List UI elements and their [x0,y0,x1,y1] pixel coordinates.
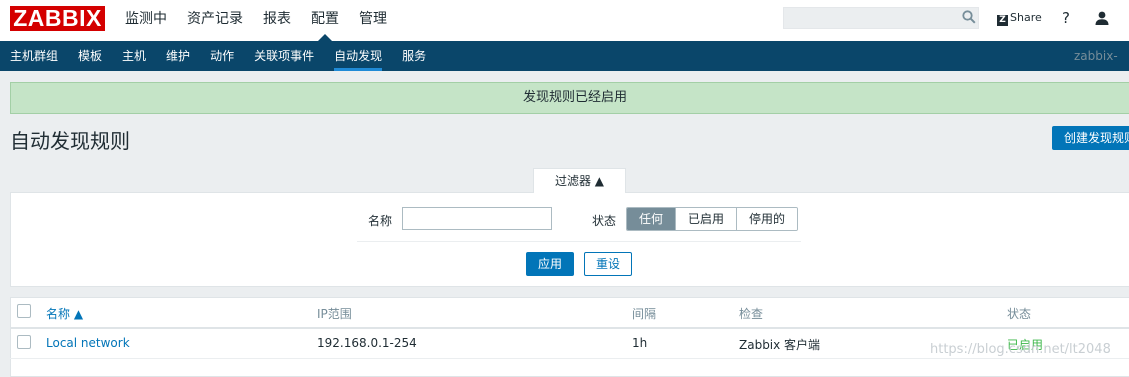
watermark-text: https://blog.csdn.net/lt2048 [930,342,1111,357]
rule-checks: Zabbix 客户端 [739,338,821,352]
column-status-header: 状态 [1007,307,1032,321]
discovery-rules-table [10,297,1129,377]
main-menu: 监测中 资产记录 报表 配置 管理 [115,0,397,41]
filter-name-label: 名称 [368,214,393,228]
subnav-services[interactable]: 服务 [392,41,436,71]
menu-inventory[interactable]: 资产记录 [177,0,253,41]
select-all-checkbox[interactable] [17,304,31,318]
row-checkbox[interactable] [17,335,31,349]
table-row-divider [10,358,1129,359]
menu-administration[interactable]: 管理 [349,0,397,41]
status-option-any[interactable]: 任何 [627,208,676,230]
menu-configuration[interactable]: 配置 [301,0,349,41]
menu-monitoring[interactable]: 监测中 [115,0,177,41]
success-message: 发现规则已经启用 [10,82,1129,114]
user-profile-icon[interactable] [1094,10,1110,26]
page-title: 自动发现规则 [10,129,130,153]
status-option-enabled[interactable]: 已启用 [675,208,737,230]
filter-tab[interactable]: 过滤器 ▲ [533,168,626,193]
share-label: Share [1010,11,1042,24]
filter-divider [357,241,801,242]
subnav-host-groups[interactable]: 主机群组 [0,41,68,71]
column-name-header[interactable]: 名称 ▲ [46,305,83,322]
rule-ip-range: 192.168.0.1-254 [317,336,417,350]
status-option-disabled[interactable]: 停用的 [736,208,798,230]
subnav-templates[interactable]: 模板 [68,41,112,71]
sub-navigation: 主机群组 模板 主机 维护 动作 关联项事件 自动发现 服务 zabbix-se [0,41,1129,93]
subnav-maintenance[interactable]: 维护 [156,41,200,71]
top-bar: ZABBIX 监测中 资产记录 报表 配置 管理 Z Share ? [0,0,1129,41]
zabbix-share-icon: Z [997,15,1008,26]
menu-reports[interactable]: 报表 [253,0,301,41]
subnav-actions[interactable]: 动作 [200,41,244,71]
search-icon[interactable] [962,10,976,24]
apply-button[interactable]: 应用 [526,252,574,276]
create-discovery-rule-button[interactable]: 创建发现规则 [1052,126,1129,150]
zabbix-logo[interactable]: ZABBIX [10,6,105,31]
subnav-discovery[interactable]: 自动发现 [324,41,392,71]
column-interval-header: 间隔 [632,307,657,321]
subnav-event-correlation[interactable]: 关联项事件 [244,41,324,71]
reset-button[interactable]: 重设 [584,252,632,276]
rule-interval: 1h [632,336,648,350]
table-header-divider [10,327,1129,329]
column-ip-range-header: IP范围 [317,307,352,321]
subnav-hosts[interactable]: 主机 [112,41,156,71]
search-input[interactable] [783,7,979,29]
filter-name-input[interactable] [402,207,552,230]
share-link[interactable]: Z Share [997,11,1042,26]
filter-status-label: 状态 [592,214,617,228]
filter-status-segmented: 任何 已启用 停用的 [626,207,799,231]
help-icon[interactable]: ? [1062,9,1070,27]
column-checks-header: 检查 [739,307,764,321]
rule-name-link[interactable]: Local network [46,336,130,350]
